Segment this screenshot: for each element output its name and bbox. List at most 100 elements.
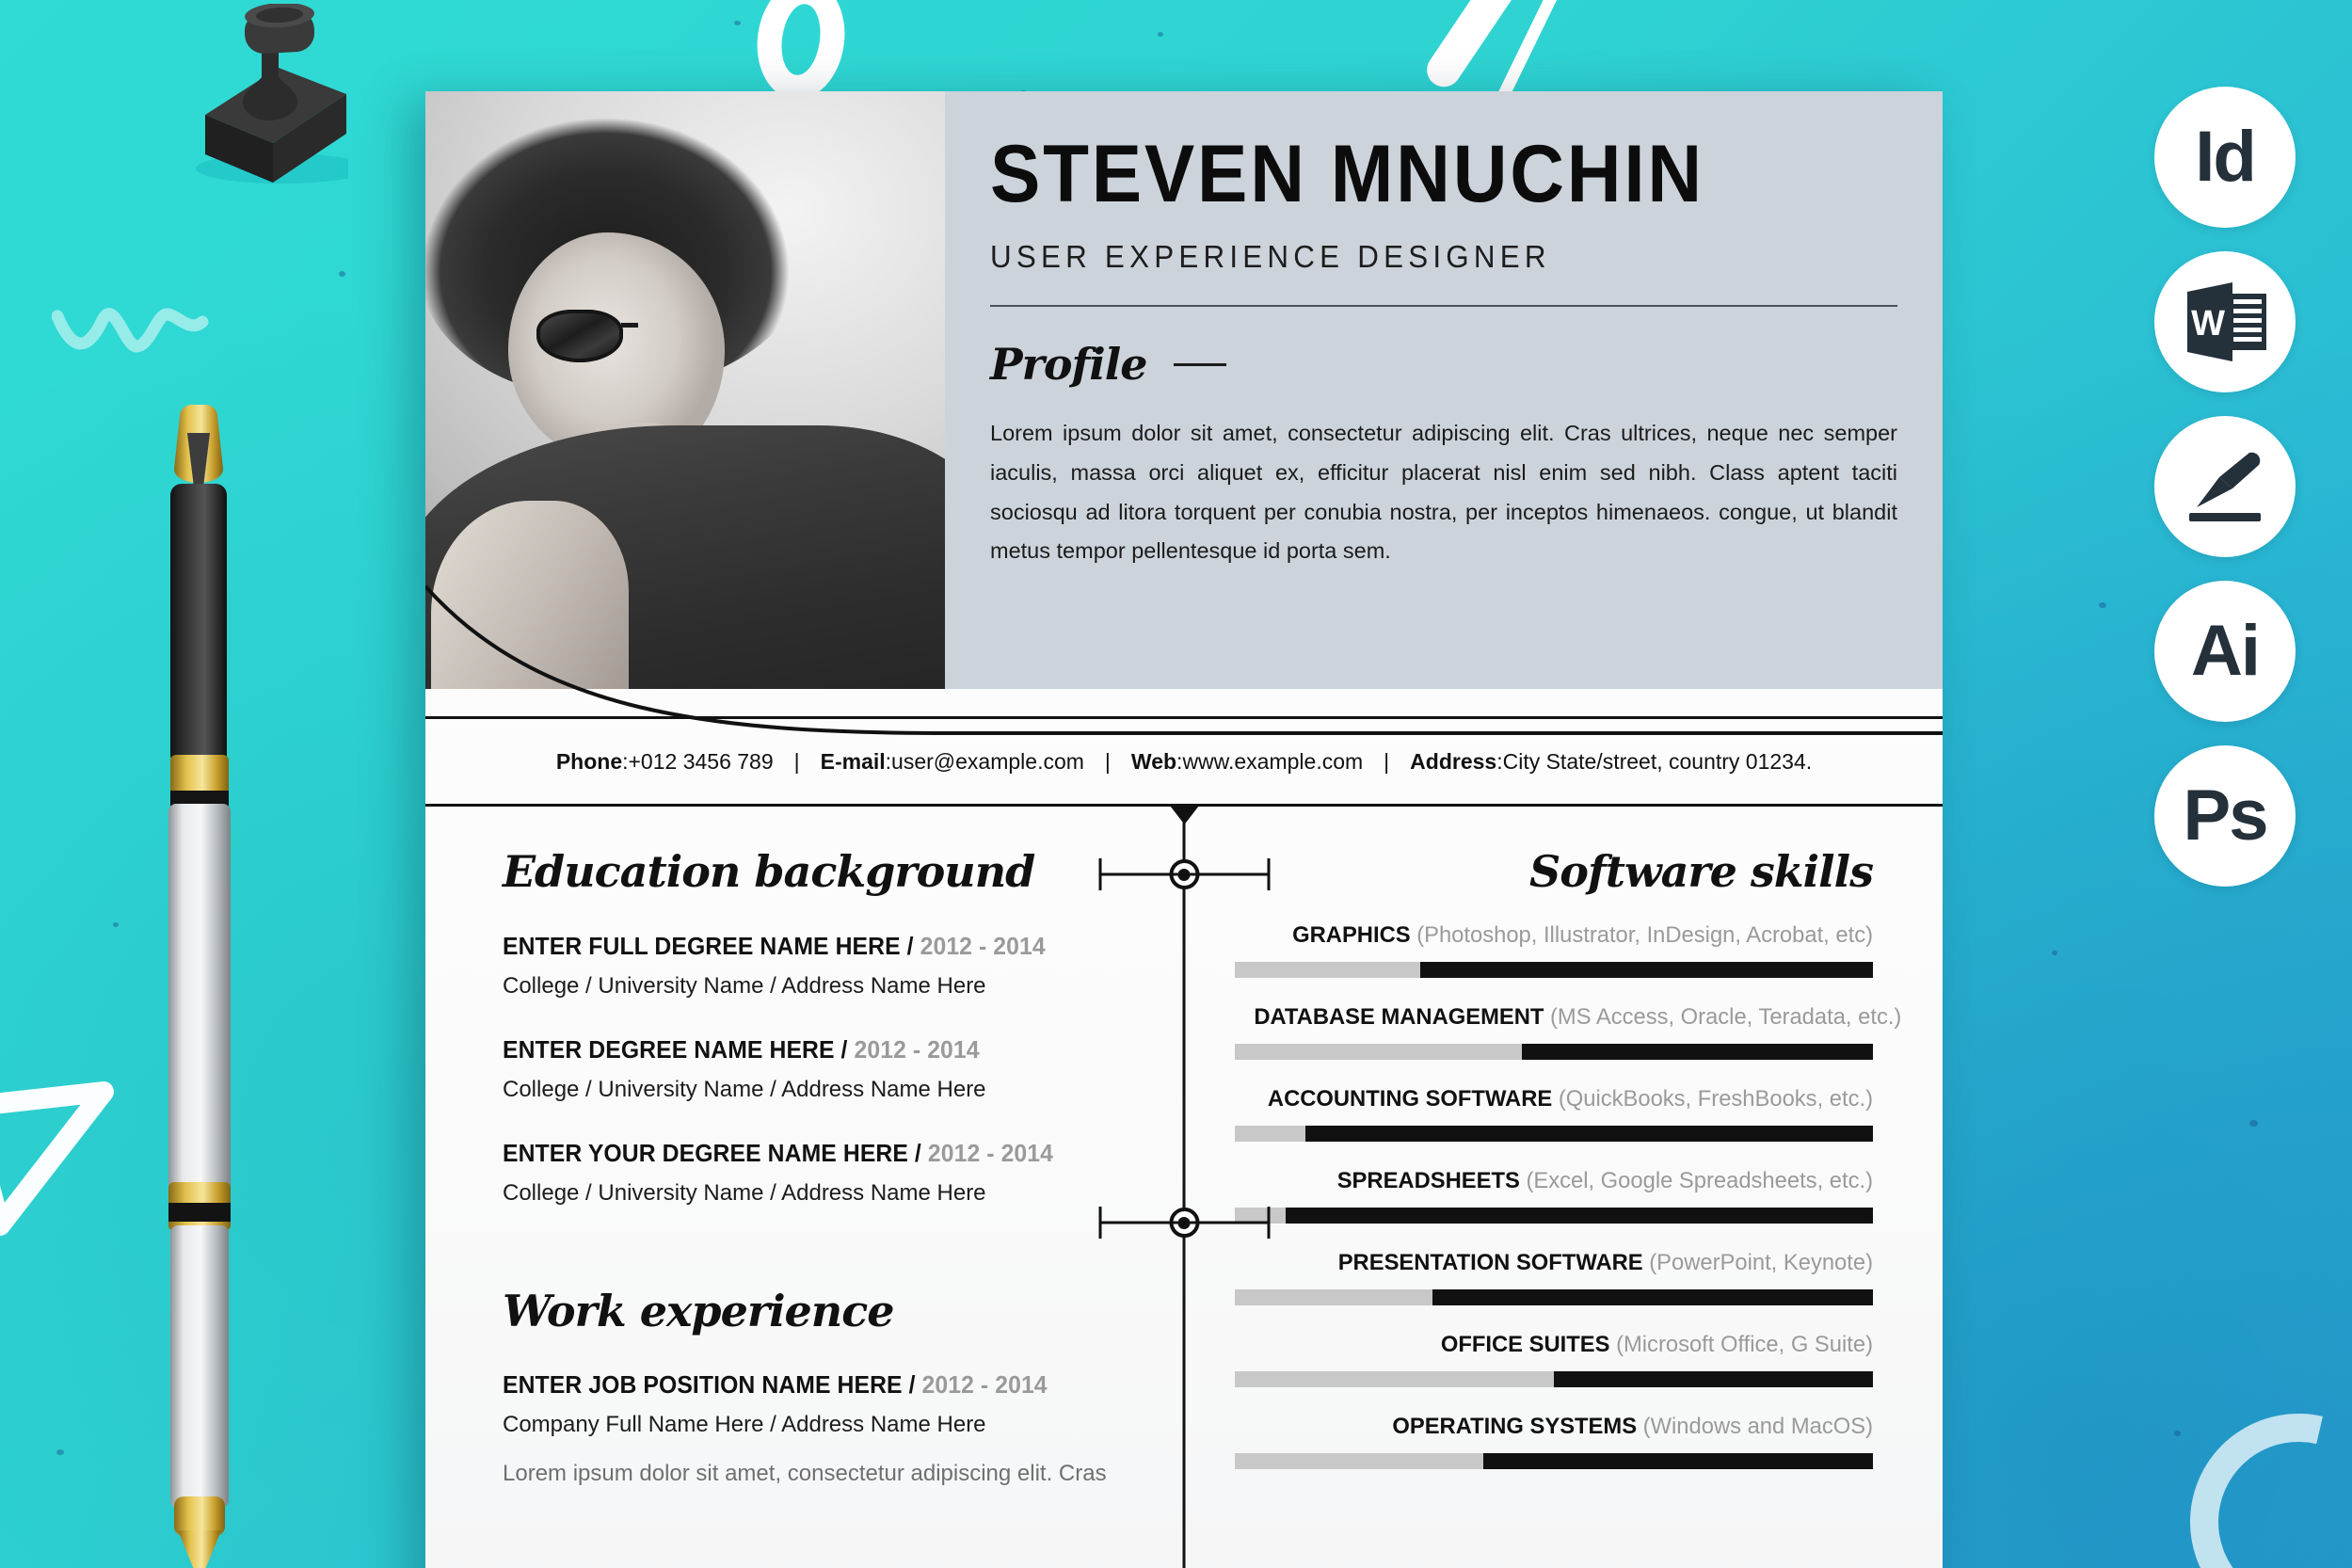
format-badge-rail: Id W Ai Ps xyxy=(2154,87,2296,910)
header-divider xyxy=(990,305,1897,307)
skill-track xyxy=(1235,1207,1873,1224)
contact-bar: Phone: +012 3456 789 | E-mail: user@exam… xyxy=(425,716,1943,807)
paper-speckle xyxy=(113,922,119,927)
portrait-photo xyxy=(425,91,945,689)
work-heading: Work experience xyxy=(503,1285,895,1336)
skill-label: PRESENTATION SOFTWARE (PowerPoint, Keyno… xyxy=(1254,1250,1873,1276)
education-item: ENTER DEGREE NAME HERE / 2012 - 2014 Col… xyxy=(503,1037,1122,1103)
skill-detail: (Photoshop, Illustrator, InDesign, Acrob… xyxy=(1416,921,1873,948)
arc-decoration xyxy=(2149,1372,2352,1568)
skill-fill xyxy=(1554,1370,1873,1387)
right-column: Software skills GRAPHICS (Photoshop, Ill… xyxy=(1178,848,1943,1487)
header-text-panel: STEVEN MNUCHIN USER EXPERIENCE DESIGNER … xyxy=(945,91,1943,689)
photoshop-icon[interactable]: Ps xyxy=(2154,745,2296,887)
paper-speckle xyxy=(734,21,741,25)
indesign-glyph: Id xyxy=(2195,117,2257,197)
education-heading: Education background xyxy=(503,846,1035,897)
job-role-subtitle: USER EXPERIENCE DESIGNER xyxy=(990,239,1551,274)
resume-header: STEVEN MNUCHIN USER EXPERIENCE DESIGNER … xyxy=(425,91,1943,735)
timeline-node-work xyxy=(1098,1207,1270,1239)
work-item: ENTER JOB POSITION NAME HERE / 2012 - 20… xyxy=(503,1372,1122,1487)
skill-row: SPREADSHEETS (Excel, Google Spreadsheets… xyxy=(1235,1168,1873,1224)
rubber-stamp-object xyxy=(196,4,348,184)
skill-detail: (QuickBooks, FreshBooks, etc.) xyxy=(1558,1085,1873,1112)
skill-row: GRAPHICS (Photoshop, Illustrator, InDesi… xyxy=(1235,922,1873,978)
paper-speckle xyxy=(56,1449,64,1455)
poster-canvas: STEVEN MNUCHIN USER EXPERIENCE DESIGNER … xyxy=(0,0,2352,1568)
skill-track xyxy=(1235,1288,1873,1305)
skill-name: DATABASE MANAGEMENT xyxy=(1254,1003,1544,1030)
skill-fill xyxy=(1483,1452,1873,1469)
skill-row: DATABASE MANAGEMENT (MS Access, Oracle, … xyxy=(1235,1003,1901,1060)
page-title: STEVEN MNUCHIN xyxy=(990,129,1704,219)
web-value[interactable]: www.example.com xyxy=(1182,749,1363,775)
paper-speckle xyxy=(1158,32,1163,37)
timeline-caret-icon xyxy=(1168,804,1200,824)
education-item: ENTER YOUR DEGREE NAME HERE / 2012 - 201… xyxy=(503,1141,1122,1207)
education-item-title: ENTER YOUR DEGREE NAME HERE / 2012 - 201… xyxy=(503,1140,1053,1167)
skill-detail: (Excel, Google Spreadsheets, etc.) xyxy=(1526,1167,1873,1193)
skill-label: GRAPHICS (Photoshop, Illustrator, InDesi… xyxy=(1254,922,1873,949)
word-icon[interactable]: W xyxy=(2154,251,2296,392)
skill-track xyxy=(1235,961,1873,978)
skill-fill xyxy=(1522,1043,1873,1060)
skill-name: GRAPHICS xyxy=(1292,921,1411,948)
work-item-description: Lorem ipsum dolor sit amet, consectetur … xyxy=(503,1461,1107,1487)
address-value: City State/street, country 01234. xyxy=(1502,748,1813,774)
skill-label: DATABASE MANAGEMENT (MS Access, Oracle, … xyxy=(1254,1003,1901,1031)
skill-track xyxy=(1235,1452,1873,1469)
paper-speckle xyxy=(2099,602,2106,608)
svg-text:W: W xyxy=(2191,304,2225,344)
paper-speckle xyxy=(339,271,345,277)
skill-detail: (MS Access, Oracle, Teradata, etc.) xyxy=(1550,1003,1902,1030)
resume-sheet: STEVEN MNUCHIN USER EXPERIENCE DESIGNER … xyxy=(425,91,1943,1568)
work-item-subtitle: Company Full Name Here / Address Name He… xyxy=(503,1412,986,1438)
pen-tool-icon[interactable] xyxy=(2154,416,2296,557)
skill-detail: (Windows and MacOS) xyxy=(1642,1413,1873,1439)
profile-paragraph: Lorem ipsum dolor sit amet, consectetur … xyxy=(990,421,1897,564)
illustrator-icon[interactable]: Ai xyxy=(2154,581,2296,722)
skill-fill xyxy=(1286,1207,1873,1224)
skill-label: OFFICE SUITES (Microsoft Office, G Suite… xyxy=(1254,1332,1873,1358)
fountain-pen-object xyxy=(168,405,231,1568)
skill-detail: (Microsoft Office, G Suite) xyxy=(1616,1331,1873,1357)
education-item-subtitle: College / University Name / Address Name… xyxy=(503,1076,986,1102)
indesign-icon[interactable]: Id xyxy=(2154,87,2296,228)
center-timeline xyxy=(1098,804,1270,1568)
left-column: Education background ENTER FULL DEGREE N… xyxy=(425,848,1178,1487)
skills-heading: Software skills xyxy=(1529,846,1874,897)
profile-heading: Profile xyxy=(990,339,1148,390)
skill-name: ACCOUNTING SOFTWARE xyxy=(1267,1085,1553,1112)
skill-row: OFFICE SUITES (Microsoft Office, G Suite… xyxy=(1235,1332,1873,1387)
skill-track xyxy=(1235,1043,1873,1060)
skill-fill xyxy=(1304,1125,1873,1142)
education-item-title: ENTER DEGREE NAME HERE / 2012 - 2014 xyxy=(503,1036,980,1064)
timeline-node-education xyxy=(1098,858,1270,890)
skill-row: ACCOUNTING SOFTWARE (QuickBooks, FreshBo… xyxy=(1235,1086,1873,1142)
email-value[interactable]: user@example.com xyxy=(891,749,1084,775)
skill-track xyxy=(1235,1370,1873,1387)
skill-row: OPERATING SYSTEMS (Windows and MacOS) xyxy=(1235,1414,1873,1469)
work-item-title: ENTER JOB POSITION NAME HERE / 2012 - 20… xyxy=(503,1372,1048,1400)
phone-value[interactable]: +012 3456 789 xyxy=(629,749,774,775)
address-label: Address: xyxy=(1410,748,1503,774)
contact-separator: | xyxy=(1384,748,1390,774)
skill-name: PRESENTATION SOFTWARE xyxy=(1337,1249,1643,1275)
wave-decoration xyxy=(52,308,209,353)
education-item-date: 2012 - 2014 xyxy=(854,1036,980,1064)
education-item-title: ENTER FULL DEGREE NAME HERE / 2012 - 201… xyxy=(503,933,1046,960)
sunglasses-icon xyxy=(536,310,734,362)
skill-detail: (PowerPoint, Keynote) xyxy=(1649,1249,1873,1275)
education-item-subtitle: College / University Name / Address Name… xyxy=(503,1179,986,1206)
resume-body: Education background ENTER FULL DEGREE N… xyxy=(425,804,1943,1568)
education-item: ENTER FULL DEGREE NAME HERE / 2012 - 201… xyxy=(503,934,1122,1000)
skill-name: SPREADSHEETS xyxy=(1336,1167,1520,1193)
web-label: Web: xyxy=(1130,748,1183,774)
skill-label: OPERATING SYSTEMS (Windows and MacOS) xyxy=(1254,1414,1873,1440)
education-item-subtitle: College / University Name / Address Name… xyxy=(503,972,986,999)
education-item-date: 2012 - 2014 xyxy=(920,933,1046,960)
skill-fill xyxy=(1432,1288,1873,1305)
skill-fill xyxy=(1419,961,1873,978)
paper-speckle xyxy=(2052,951,2057,955)
profile-heading-row: Profile xyxy=(990,339,1897,390)
